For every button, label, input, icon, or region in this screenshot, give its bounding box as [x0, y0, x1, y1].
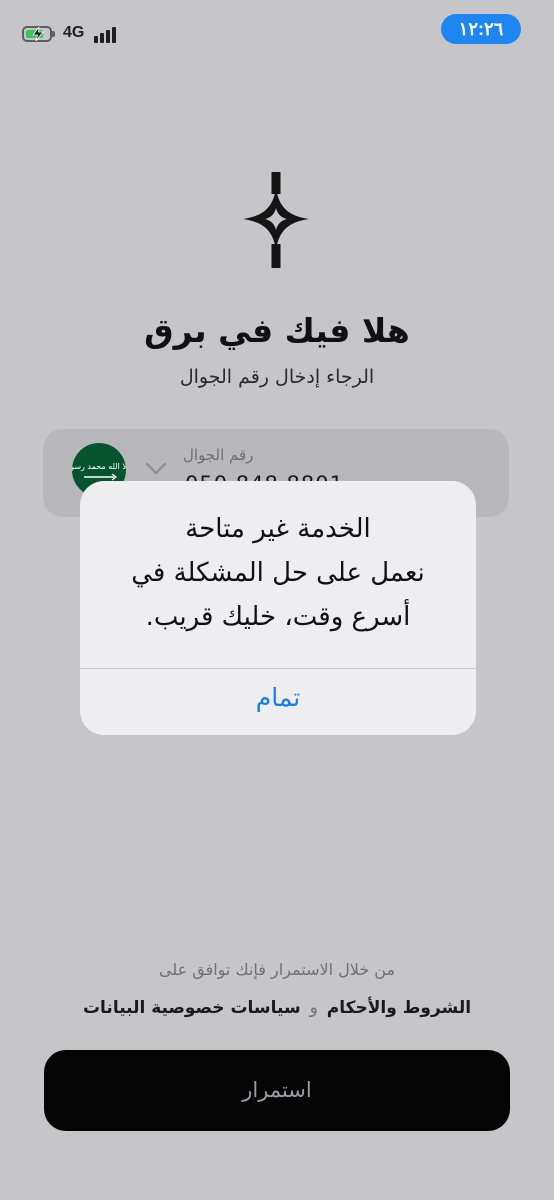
alert-ok-button[interactable]: تمام [80, 669, 476, 735]
alert-message: الخدمة غير متاحة نعمل على حل المشكلة في … [80, 507, 476, 639]
phone-field-label: رقم الجوال [183, 446, 254, 464]
status-bar: 4G ١٢:٢٦ [0, 0, 554, 70]
continue-button[interactable]: استمرار [44, 1050, 510, 1131]
alert-line-3: أسرع وقت، خليك قريب. [145, 602, 411, 632]
signal-bar [100, 33, 104, 43]
service-unavailable-alert: الخدمة غير متاحة نعمل على حل المشكلة في … [80, 481, 476, 735]
signal-bar [106, 30, 110, 43]
flag-shahada-text: لا إله إلا الله محمد رسول الله [72, 462, 126, 472]
status-time[interactable]: ١٢:٢٦ [441, 14, 521, 44]
consent-intro-text: من خلال الاستمرار فإنك توافق على [158, 960, 396, 979]
welcome-subtitle: الرجاء إدخال رقم الجوال [179, 366, 375, 388]
terms-link[interactable]: الشروط والأحكام [327, 998, 471, 1018]
battery-cap [52, 31, 55, 37]
signal-bar [94, 36, 98, 43]
barq-logo-icon [243, 172, 309, 268]
consent-links: الشروط والأحكام و سياسات خصوصية البيانات [0, 998, 554, 1018]
chevron-down-icon[interactable] [145, 462, 167, 476]
network-type: 4G [63, 24, 85, 41]
welcome-title: هلا فيك في برق [144, 311, 410, 350]
consent-connector: و [309, 998, 318, 1018]
alert-line-2: نعمل على حل المشكلة في [131, 558, 425, 588]
privacy-policy-link[interactable]: سياسات خصوصية البيانات [83, 998, 301, 1018]
battery-icon [22, 26, 55, 42]
signal-strength-icon [94, 27, 120, 43]
charging-bolt-icon [32, 27, 44, 41]
alert-line-1: الخدمة غير متاحة [185, 514, 371, 544]
signal-bar [112, 27, 116, 43]
